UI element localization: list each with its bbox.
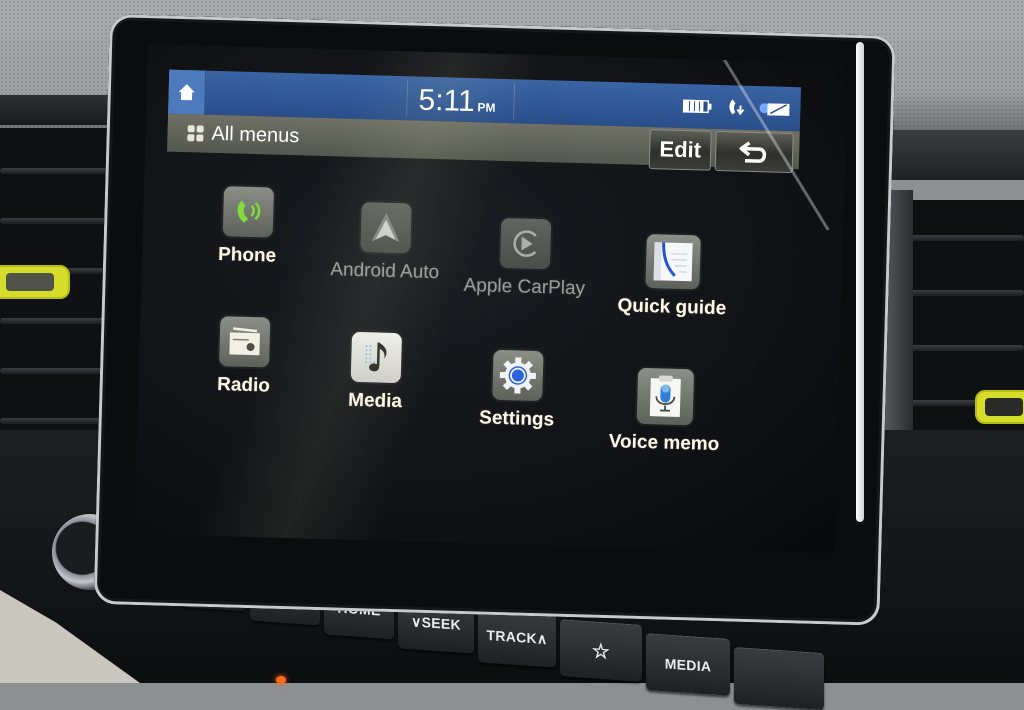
app-label: Radio xyxy=(217,374,270,397)
book-icon xyxy=(651,239,696,284)
message-icon xyxy=(758,99,790,118)
microphone-icon xyxy=(645,374,686,419)
home-button[interactable] xyxy=(168,70,206,115)
infotainment-screen: 5:11 PM xyxy=(134,44,847,553)
app-apple-carplay[interactable]: Apple CarPlay xyxy=(449,217,601,301)
app-android-auto[interactable]: Android Auto xyxy=(309,201,461,285)
clock-time: 5:11 xyxy=(418,79,475,125)
clock: 5:11 PM xyxy=(418,77,496,125)
phone-bluetooth-icon xyxy=(726,97,745,117)
hw-button-favorite[interactable]: ☆ xyxy=(560,619,642,682)
app-label: Quick guide xyxy=(617,295,726,320)
clock-ampm: PM xyxy=(477,100,495,114)
radio-icon xyxy=(226,325,263,358)
app-label: Phone xyxy=(218,244,277,268)
app-voice-memo[interactable]: Voice memo xyxy=(589,366,741,456)
battery-icon xyxy=(682,98,712,115)
app-label: Voice memo xyxy=(608,431,719,456)
bezel-chrome-trim xyxy=(856,42,864,522)
app-label: Android Auto xyxy=(330,259,439,284)
grid-icon xyxy=(187,125,203,141)
app-label: Media xyxy=(348,390,402,413)
home-icon xyxy=(176,82,197,103)
back-arrow-icon xyxy=(737,139,772,164)
page-title: All menus xyxy=(211,122,299,147)
app-label: Settings xyxy=(479,407,555,431)
app-radio[interactable]: Radio xyxy=(168,315,320,399)
app-phone[interactable]: Phone xyxy=(172,185,324,269)
edit-button[interactable]: Edit xyxy=(649,129,712,171)
app-label: Apple CarPlay xyxy=(463,275,585,300)
app-quick-guide[interactable]: Quick guide xyxy=(597,233,749,321)
hw-button-unlabeled[interactable] xyxy=(734,647,824,710)
hw-button-media[interactable]: MEDIA xyxy=(646,633,730,696)
status-icons xyxy=(682,96,791,119)
app-media[interactable]: Media xyxy=(300,330,452,414)
music-note-icon xyxy=(358,338,395,377)
carplay-icon xyxy=(507,225,544,262)
phone-icon xyxy=(231,194,266,229)
vent-adjust-tab-right[interactable] xyxy=(975,390,1024,424)
app-settings[interactable]: Settings xyxy=(441,348,593,432)
vent-adjust-tab-left[interactable] xyxy=(0,265,70,299)
gear-icon xyxy=(497,355,538,396)
android-auto-icon xyxy=(367,209,404,246)
